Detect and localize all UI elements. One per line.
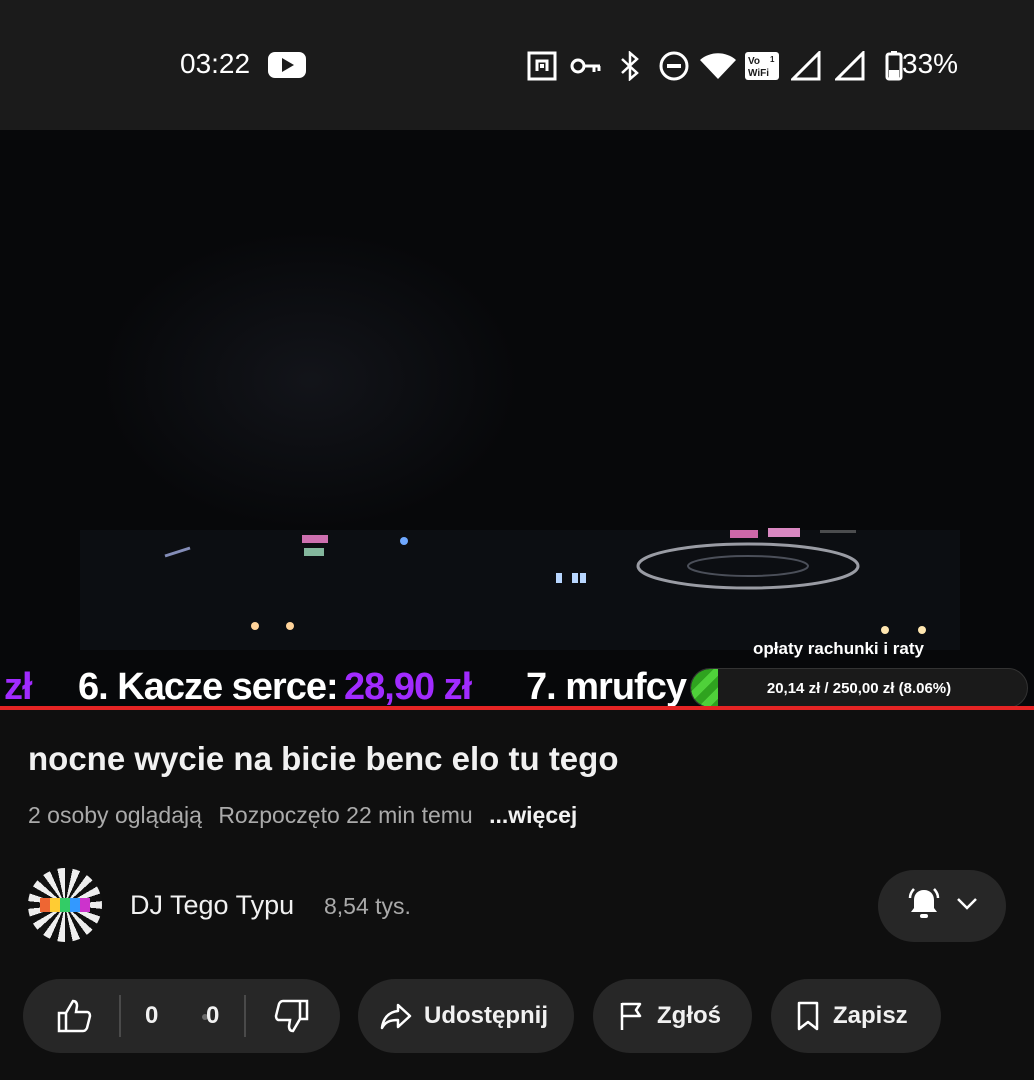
- video-frame: [0, 130, 1034, 710]
- ticker-item-7-label: 7. mrufcy: [526, 666, 687, 708]
- like-dislike-group: 0 0: [23, 979, 340, 1053]
- like-button[interactable]: [55, 997, 93, 1040]
- bell-ring-icon: [906, 886, 942, 927]
- svg-text:1: 1: [770, 55, 775, 64]
- wifi-icon: [696, 46, 740, 86]
- dislike-count: 0: [206, 1002, 220, 1029]
- channel-name[interactable]: DJ Tego Typu: [130, 890, 294, 921]
- ticker-item-6-amount: 28,90 zł: [344, 666, 472, 708]
- battery-percent: 33%: [902, 48, 959, 79]
- svg-text:Vo: Vo: [748, 56, 760, 67]
- subscriber-count: 8,54 tys.: [324, 893, 411, 919]
- dislike-button[interactable]: [273, 997, 311, 1040]
- donation-goal-title: opłaty rachunki i raty: [753, 639, 924, 658]
- subscription-notifications-button[interactable]: [878, 870, 1006, 942]
- video-progress-bar[interactable]: [0, 706, 1034, 710]
- signal-icon: [828, 46, 872, 86]
- save-button[interactable]: Zapisz: [771, 979, 941, 1053]
- donation-goal-bar: 20,14 zł / 250,00 zł (8.06%): [690, 668, 1028, 708]
- signal-icon: [784, 46, 828, 86]
- bluetooth-icon: [608, 46, 652, 86]
- do-not-disturb-icon: [652, 46, 696, 86]
- bookmark-icon: [797, 1001, 819, 1031]
- vowifi-icon: Vo 1 WiFi: [740, 46, 784, 86]
- thumbs-up-icon: [57, 999, 92, 1033]
- share-label: Udostępnij: [424, 1002, 548, 1029]
- svg-text:WiFi: WiFi: [748, 68, 769, 79]
- flag-icon: [620, 1002, 642, 1030]
- thumbs-down-icon: [274, 999, 309, 1033]
- donation-goal-text: 20,14 zł / 250,00 zł (8.06%): [766, 680, 952, 697]
- chevron-down-icon: [956, 897, 978, 916]
- share-button[interactable]: Udostępnij: [358, 979, 574, 1053]
- more-link[interactable]: ...więcej: [489, 802, 577, 828]
- share-icon: [380, 1003, 412, 1030]
- vpn-key-icon: [564, 46, 608, 86]
- video-progress-fill: [0, 706, 1034, 710]
- video-player[interactable]: zł 6. Kacze serce: 28,90 zł 7. mrufcy op…: [0, 130, 1034, 710]
- video-meta[interactable]: 2 osoby oglądają Rozpoczęto 22 min temu …: [28, 802, 577, 829]
- like-separator: [119, 995, 121, 1037]
- started-time: Rozpoczęto 22 min temu: [218, 802, 473, 828]
- report-button[interactable]: Zgłoś: [593, 979, 752, 1053]
- youtube-notification-icon: [268, 52, 306, 78]
- status-time: 03:22: [180, 48, 251, 79]
- dislike-separator: [244, 995, 246, 1037]
- status-icons: Vo 1 WiFi: [520, 46, 916, 86]
- save-label: Zapisz: [833, 1002, 908, 1029]
- donation-ticker: zł 6. Kacze serce: 28,90 zł 7. mrufcy: [0, 666, 700, 708]
- status-bar: 03:22 Vo 1 WiFi 33%: [0, 0, 1034, 130]
- ticker-currency: zł: [4, 666, 33, 708]
- channel-avatar[interactable]: [28, 868, 102, 942]
- video-title[interactable]: nocne wycie na bicie benc elo tu tego: [28, 740, 618, 778]
- report-label: Zgłoś: [657, 1002, 721, 1029]
- ticker-item-6-label: 6. Kacze serce:: [78, 666, 339, 708]
- viewer-count: 2 osoby oglądają: [28, 802, 202, 828]
- like-count: 0: [145, 1002, 159, 1029]
- nfc-icon: [520, 46, 564, 86]
